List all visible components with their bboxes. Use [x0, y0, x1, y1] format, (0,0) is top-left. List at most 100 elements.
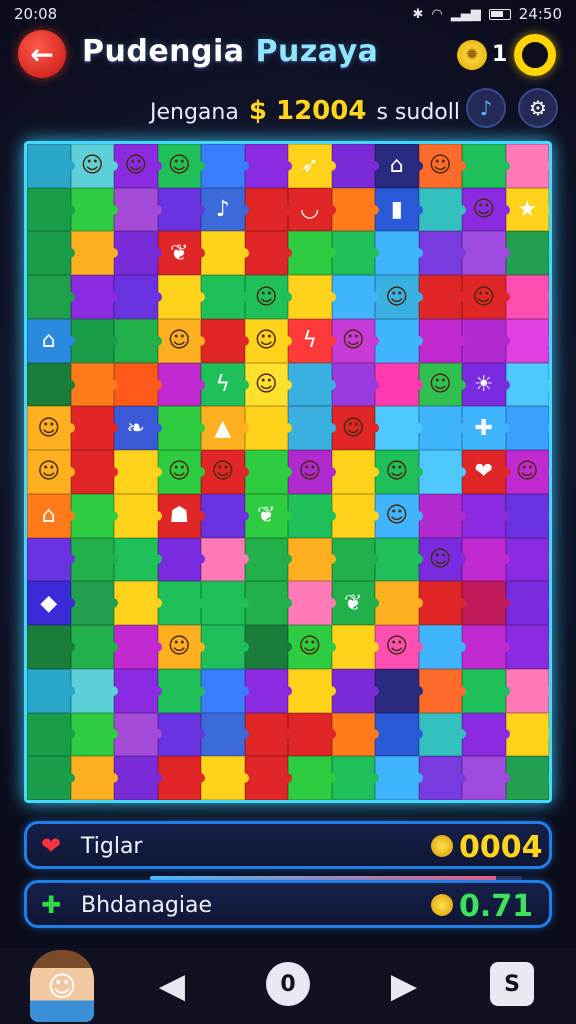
puzzle-tile[interactable]: ✚ [462, 406, 509, 451]
puzzle-tile[interactable] [157, 581, 205, 626]
puzzle-tile[interactable] [244, 756, 292, 800]
puzzle-tile[interactable] [244, 231, 292, 276]
puzzle-tile[interactable] [288, 537, 335, 582]
puzzle-tile[interactable] [418, 581, 466, 626]
puzzle-tile[interactable] [462, 756, 509, 800]
puzzle-tile[interactable] [70, 187, 118, 232]
puzzle-tile[interactable] [244, 712, 292, 757]
puzzle-tile[interactable] [27, 668, 74, 713]
puzzle-tile[interactable] [70, 756, 118, 800]
puzzle-tile[interactable] [462, 537, 509, 582]
puzzle-tile[interactable]: ➶ [288, 144, 335, 188]
puzzle-tile[interactable] [27, 187, 74, 232]
puzzle-tile[interactable] [462, 493, 509, 538]
puzzle-tile[interactable] [331, 275, 379, 319]
puzzle-tile[interactable] [462, 318, 509, 363]
pause-button[interactable]: 0 [266, 962, 310, 1006]
puzzle-tile[interactable] [462, 231, 509, 276]
puzzle-tile[interactable]: ☺ [462, 187, 509, 232]
puzzle-tile[interactable] [505, 668, 549, 713]
puzzle-tile[interactable] [331, 362, 379, 407]
puzzle-tile[interactable] [244, 187, 292, 232]
puzzle-tile[interactable] [27, 537, 74, 582]
puzzle-tile[interactable] [288, 712, 335, 757]
puzzle-tile[interactable] [244, 406, 292, 451]
puzzle-tile[interactable]: ☺ [375, 625, 422, 669]
puzzle-tile[interactable] [157, 668, 205, 713]
puzzle-tile[interactable] [70, 493, 118, 538]
puzzle-tile[interactable]: ☺ [418, 537, 466, 582]
puzzle-tile[interactable] [157, 712, 205, 757]
puzzle-tile[interactable] [201, 712, 248, 757]
puzzle-tile[interactable] [288, 275, 335, 319]
puzzle-tile[interactable]: ❦ [157, 231, 205, 276]
puzzle-tile[interactable] [418, 625, 466, 669]
prev-button[interactable]: ◀ [150, 964, 194, 1008]
puzzle-tile[interactable] [418, 406, 466, 451]
puzzle-tile[interactable] [288, 493, 335, 538]
next-button[interactable]: ▶ [382, 964, 426, 1008]
puzzle-tile[interactable]: ☺ [375, 275, 422, 319]
puzzle-tile[interactable] [375, 318, 422, 363]
puzzle-tile[interactable] [505, 406, 549, 451]
puzzle-tile[interactable] [201, 581, 248, 626]
puzzle-tile[interactable]: ◆ [27, 581, 74, 626]
puzzle-tile[interactable] [375, 756, 422, 800]
puzzle-tile[interactable]: ★ [505, 187, 549, 232]
puzzle-tile[interactable] [201, 318, 248, 363]
puzzle-tile[interactable] [201, 493, 248, 538]
puzzle-tile[interactable]: ☺ [288, 450, 335, 494]
puzzle-tile[interactable] [201, 537, 248, 582]
puzzle-tile[interactable]: ☺ [331, 318, 379, 363]
puzzle-tile[interactable] [331, 493, 379, 538]
puzzle-tile[interactable] [505, 493, 549, 538]
puzzle-tile[interactable] [462, 625, 509, 669]
puzzle-tile[interactable] [331, 231, 379, 276]
puzzle-tile[interactable]: ☺ [505, 450, 549, 494]
puzzle-tile[interactable] [70, 406, 118, 451]
puzzle-tile[interactable] [114, 362, 161, 407]
puzzle-tile[interactable]: ☺ [375, 450, 422, 494]
puzzle-tile[interactable]: ☺ [27, 450, 74, 494]
puzzle-tile[interactable]: ☺ [462, 275, 509, 319]
puzzle-tile[interactable] [70, 231, 118, 276]
puzzle-tile[interactable]: ▮ [375, 187, 422, 232]
puzzle-tile[interactable] [70, 625, 118, 669]
puzzle-tile[interactable] [70, 712, 118, 757]
puzzle-tile[interactable] [244, 625, 292, 669]
puzzle-tile[interactable] [505, 756, 549, 800]
puzzle-tile[interactable] [331, 756, 379, 800]
puzzle-tile[interactable]: ▲ [201, 406, 248, 451]
puzzle-tile[interactable] [157, 537, 205, 582]
puzzle-tile[interactable]: ☺ [27, 406, 74, 451]
puzzle-tile[interactable]: ❦ [244, 493, 292, 538]
puzzle-tile[interactable] [27, 231, 74, 276]
puzzle-tile[interactable] [375, 231, 422, 276]
puzzle-tile[interactable]: ☺ [157, 318, 205, 363]
puzzle-tile[interactable] [114, 537, 161, 582]
puzzle-tile[interactable] [418, 318, 466, 363]
puzzle-tile[interactable] [27, 275, 74, 319]
puzzle-tile[interactable]: ☺ [375, 493, 422, 538]
puzzle-tile[interactable] [244, 144, 292, 188]
puzzle-tile[interactable] [114, 275, 161, 319]
puzzle-tile[interactable] [70, 581, 118, 626]
puzzle-tile[interactable]: ☺ [418, 144, 466, 188]
puzzle-tile[interactable] [418, 668, 466, 713]
puzzle-tile[interactable] [157, 187, 205, 232]
puzzle-tile[interactable]: ☺ [244, 275, 292, 319]
puzzle-tile[interactable] [114, 231, 161, 276]
puzzle-tile[interactable] [375, 581, 422, 626]
puzzle-tile[interactable] [27, 144, 74, 188]
puzzle-tile[interactable] [505, 231, 549, 276]
puzzle-tile[interactable] [27, 625, 74, 669]
puzzle-tile[interactable] [114, 318, 161, 363]
puzzle-tile[interactable] [505, 275, 549, 319]
puzzle-tile[interactable] [70, 450, 118, 494]
puzzle-tile[interactable]: ☺ [157, 144, 205, 188]
puzzle-tile[interactable] [505, 537, 549, 582]
puzzle-tile[interactable] [505, 581, 549, 626]
puzzle-tile[interactable] [244, 581, 292, 626]
puzzle-tile[interactable] [462, 712, 509, 757]
settings-button[interactable]: ⚙ [518, 88, 558, 128]
